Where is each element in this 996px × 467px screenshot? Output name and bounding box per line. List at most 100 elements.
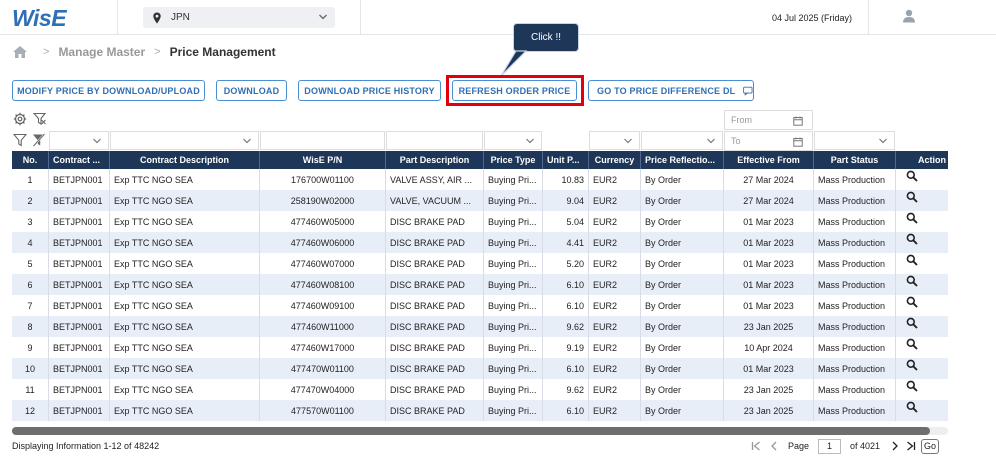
cell-contract-description: Exp TTC NGO SEA	[110, 337, 260, 358]
cell-price-type: Buying Pri...	[484, 316, 543, 337]
column-header-unit-price[interactable]: Unit P...	[543, 151, 589, 169]
cell-effective-from: 23 Jan 2025	[724, 379, 814, 400]
currency-filter[interactable]	[589, 131, 640, 150]
cell-action	[896, 400, 948, 421]
filter-off-icon[interactable]	[32, 133, 46, 147]
column-header-contract[interactable]: Contract ...	[49, 151, 110, 169]
cell-price-reflection: By Order	[641, 274, 724, 295]
column-header-contract-description[interactable]: Contract Description	[110, 151, 260, 169]
price-reflection-filter[interactable]	[641, 131, 723, 150]
search-icon[interactable]	[906, 296, 918, 308]
breadcrumb: > Manage Master > Price Management	[12, 45, 276, 59]
table-row[interactable]: 1 BETJPN001 Exp TTC NGO SEA 176700W01100 VAL…	[12, 169, 948, 190]
search-icon[interactable]	[906, 401, 918, 413]
table-row[interactable]: 8 BETJPN001 Exp TTC NGO SEA 477460W11000 DIS…	[12, 316, 948, 337]
cell-contract-description: Exp TTC NGO SEA	[110, 169, 260, 190]
search-icon[interactable]	[906, 275, 918, 287]
app-logo[interactable]: WisE	[12, 5, 67, 31]
search-icon[interactable]	[906, 212, 918, 224]
first-page-icon[interactable]	[750, 440, 762, 452]
next-page-icon[interactable]	[889, 440, 901, 452]
column-header-price-type[interactable]: Price Type	[484, 151, 543, 169]
search-icon[interactable]	[906, 170, 918, 182]
filter-icon[interactable]	[13, 133, 27, 147]
cell-no: 10	[12, 358, 49, 379]
go-to-price-difference-label: GO TO PRICE DIFFERENCE DL	[597, 85, 736, 96]
region-select[interactable]: JPN	[143, 7, 335, 28]
effective-from-date-input[interactable]: From	[724, 110, 813, 130]
cell-part-status: Mass Production	[814, 316, 896, 337]
part-status-filter[interactable]	[814, 131, 895, 150]
go-to-price-difference-button[interactable]: GO TO PRICE DIFFERENCE DL	[588, 80, 754, 101]
cell-action	[896, 169, 948, 190]
price-type-filter[interactable]	[484, 131, 542, 150]
search-icon[interactable]	[906, 338, 918, 350]
cell-contract: BETJPN001	[49, 316, 110, 337]
table-row[interactable]: 10 BETJPN001 Exp TTC NGO SEA 477470W01100 DI…	[12, 358, 948, 379]
calendar-icon[interactable]	[793, 137, 803, 147]
cell-action	[896, 274, 948, 295]
page-number-input[interactable]: 1	[818, 438, 842, 454]
cell-currency: EUR2	[589, 379, 641, 400]
go-button[interactable]: Go	[921, 438, 940, 454]
cell-unit-price: 9.62	[543, 379, 589, 400]
table-row[interactable]: 5 BETJPN001 Exp TTC NGO SEA 477460W07000 DIS…	[12, 253, 948, 274]
table-row[interactable]: 12 BETJPN001 Exp TTC NGO SEA 477570W01100 DI…	[12, 400, 948, 421]
column-header-wise-pn[interactable]: WisE P/N	[260, 151, 386, 169]
table-row[interactable]: 3 BETJPN001 Exp TTC NGO SEA 477460W05000 DIS…	[12, 211, 948, 232]
cell-contract: BETJPN001	[49, 400, 110, 421]
cell-no: 7	[12, 295, 49, 316]
table-row[interactable]: 6 BETJPN001 Exp TTC NGO SEA 477460W08100 DIS…	[12, 274, 948, 295]
user-icon[interactable]	[902, 9, 916, 23]
effective-to-date-input[interactable]: To	[724, 131, 813, 151]
part-description-filter[interactable]	[386, 131, 483, 150]
page-label: Page	[788, 441, 810, 451]
cell-wise-pn: 477460W05000	[260, 211, 386, 232]
search-icon[interactable]	[906, 191, 918, 203]
column-header-part-description[interactable]: Part Description	[386, 151, 484, 169]
search-icon[interactable]	[906, 380, 918, 392]
contract-description-filter[interactable]	[110, 131, 259, 150]
cell-effective-from: 27 Mar 2024	[724, 169, 814, 190]
click-tooltip: Click !!	[513, 23, 579, 52]
home-icon[interactable]	[12, 45, 28, 59]
divider	[868, 0, 869, 35]
cell-no: 11	[12, 379, 49, 400]
download-button[interactable]: DOWNLOAD	[216, 80, 287, 101]
cell-contract: BETJPN001	[49, 358, 110, 379]
last-page-icon[interactable]	[905, 440, 917, 452]
column-header-part-status[interactable]: Part Status	[814, 151, 896, 169]
search-icon[interactable]	[906, 317, 918, 329]
table-row[interactable]: 4 BETJPN001 Exp TTC NGO SEA 477460W06000 DIS…	[12, 232, 948, 253]
cell-price-type: Buying Pri...	[484, 295, 543, 316]
calendar-icon[interactable]	[793, 116, 803, 126]
settings-icon[interactable]	[13, 112, 27, 126]
wise-pn-filter[interactable]	[260, 131, 385, 150]
scrollbar-thumb[interactable]	[12, 427, 930, 435]
table-row[interactable]: 2 BETJPN001 Exp TTC NGO SEA 258190W02000 VAL…	[12, 190, 948, 211]
cell-part-description: DISC BRAKE PAD	[386, 274, 484, 295]
horizontal-scrollbar[interactable]	[12, 427, 948, 435]
clear-filter-icon[interactable]	[33, 112, 47, 126]
table-row[interactable]: 11 BETJPN001 Exp TTC NGO SEA 477470W04000 DI…	[12, 379, 948, 400]
cell-unit-price: 6.10	[543, 274, 589, 295]
search-icon[interactable]	[906, 233, 918, 245]
column-header-price-reflection[interactable]: Price Reflectio...	[641, 151, 724, 169]
cell-contract: BETJPN001	[49, 232, 110, 253]
modify-price-button[interactable]: MODIFY PRICE BY DOWNLOAD/UPLOAD	[12, 80, 205, 101]
contract-filter[interactable]	[49, 131, 109, 150]
previous-page-icon[interactable]	[768, 440, 780, 452]
column-header-no[interactable]: No.	[12, 151, 49, 169]
column-header-effective-from[interactable]: Effective From	[724, 151, 814, 169]
download-price-history-button[interactable]: DOWNLOAD PRICE HISTORY	[298, 80, 441, 101]
cell-wise-pn: 477470W04000	[260, 379, 386, 400]
current-date: 04 Jul 2025 (Friday)	[772, 13, 853, 23]
search-icon[interactable]	[906, 254, 918, 266]
column-header-currency[interactable]: Currency	[589, 151, 641, 169]
table-row[interactable]: 9 BETJPN001 Exp TTC NGO SEA 477460W17000 DIS…	[12, 337, 948, 358]
breadcrumb-manage-master[interactable]: Manage Master	[58, 45, 145, 59]
search-icon[interactable]	[906, 359, 918, 371]
cell-part-description: DISC BRAKE PAD	[386, 316, 484, 337]
table-row[interactable]: 7 BETJPN001 Exp TTC NGO SEA 477460W09100 DIS…	[12, 295, 948, 316]
cell-action	[896, 232, 948, 253]
